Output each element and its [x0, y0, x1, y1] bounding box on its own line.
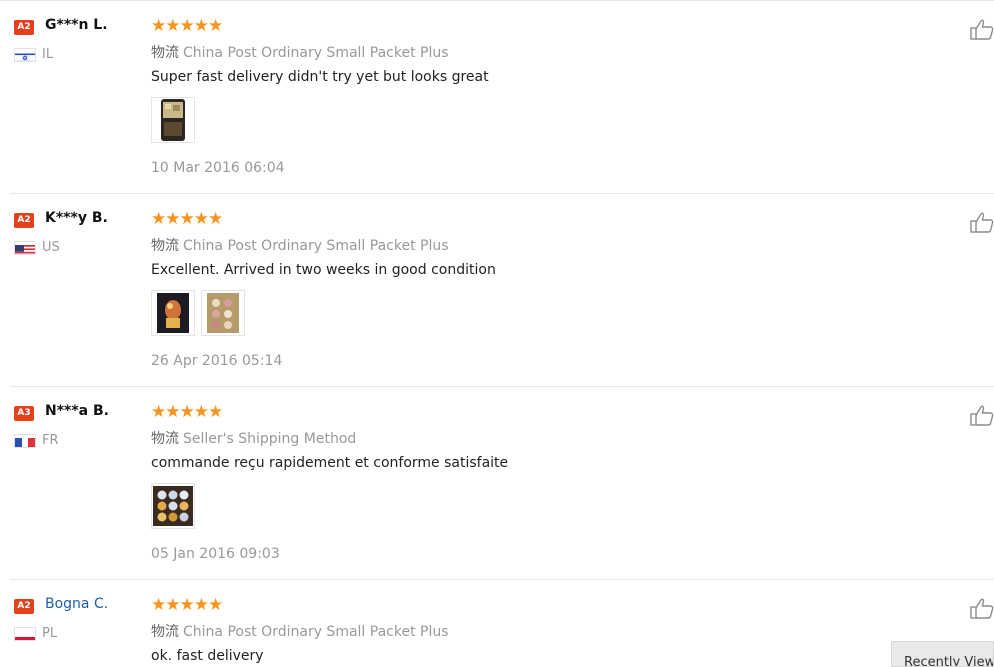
- buyer-level-badge: A3: [14, 406, 34, 421]
- thumbs-up-icon[interactable]: [968, 404, 994, 426]
- shipping-label: 物流: [151, 45, 179, 61]
- thumbs-up-icon[interactable]: [968, 597, 994, 619]
- thumbs-up-icon[interactable]: [968, 211, 994, 233]
- buyer-level-badge: A2: [14, 20, 34, 35]
- recently-viewed-button[interactable]: Recently Viewed: [891, 641, 994, 667]
- buyer-name: G***n L.: [45, 17, 108, 33]
- review-item: A2 Bogna C. PL ★★★★★ 物流 China Post Ordina…: [0, 580, 994, 667]
- review-date: 10 Mar 2016 06:04: [151, 160, 285, 176]
- buyer-country: FR: [42, 433, 59, 448]
- shipping-label: 物流: [151, 238, 179, 254]
- review-comment: Super fast delivery didn't try yet but l…: [151, 69, 489, 85]
- flag-pl-icon: [14, 627, 36, 641]
- buyer-country: PL: [42, 626, 58, 641]
- shipping-method: 物流 China Post Ordinary Small Packet Plus: [151, 621, 449, 641]
- review-date: 05 Jan 2016 09:03: [151, 546, 280, 562]
- review-photo-thumbnail[interactable]: [201, 290, 245, 336]
- review-photo-thumbnail[interactable]: [151, 483, 195, 529]
- rating-stars: ★★★★★: [151, 595, 223, 615]
- buyer-country: IL: [42, 47, 54, 62]
- review-item: A3 N***a B. FR ★★★★★ 物流 Seller's Shipping…: [0, 387, 994, 580]
- shipping-label: 物流: [151, 624, 179, 640]
- shipping-value: China Post Ordinary Small Packet Plus: [183, 238, 449, 254]
- review-photo-thumbnail[interactable]: [151, 290, 195, 336]
- thumbs-up-icon[interactable]: [968, 18, 994, 40]
- review-comment: commande reçu rapidement et conforme sat…: [151, 455, 509, 471]
- shipping-method: 物流 China Post Ordinary Small Packet Plus: [151, 235, 449, 255]
- rating-stars: ★★★★★: [151, 16, 223, 36]
- review-photos: [151, 290, 245, 338]
- flag-fr-icon: [14, 434, 36, 448]
- rating-stars: ★★★★★: [151, 209, 223, 229]
- shipping-method: 物流 China Post Ordinary Small Packet Plus: [151, 42, 449, 62]
- rating-stars: ★★★★★: [151, 402, 223, 422]
- review-comment: ok. fast delivery: [151, 648, 264, 664]
- flag-us-icon: [14, 241, 36, 255]
- shipping-label: 物流: [151, 431, 179, 447]
- shipping-value: China Post Ordinary Small Packet Plus: [183, 624, 449, 640]
- buyer-level-badge: A2: [14, 599, 34, 614]
- review-photos: [151, 483, 195, 531]
- review-item: A2 K***y B. US ★★★★★ 物流 China Post Ordina…: [0, 194, 994, 387]
- buyer-country: US: [42, 240, 60, 255]
- flag-il-icon: [14, 48, 36, 62]
- shipping-value: Seller's Shipping Method: [183, 431, 357, 447]
- buyer-level-badge: A2: [14, 213, 34, 228]
- review-photos: [151, 97, 195, 145]
- review-photo-thumbnail[interactable]: [151, 97, 195, 143]
- shipping-method: 物流 Seller's Shipping Method: [151, 428, 356, 448]
- shipping-value: China Post Ordinary Small Packet Plus: [183, 45, 449, 61]
- review-date: 26 Apr 2016 05:14: [151, 353, 283, 369]
- buyer-name: N***a B.: [45, 403, 109, 419]
- review-item: A2 G***n L. IL ★★★★★ 物流 China Post Ordina…: [0, 1, 994, 194]
- buyer-name: K***y B.: [45, 210, 108, 226]
- buyer-name-link[interactable]: Bogna C.: [45, 596, 108, 612]
- review-comment: Excellent. Arrived in two weeks in good …: [151, 262, 496, 278]
